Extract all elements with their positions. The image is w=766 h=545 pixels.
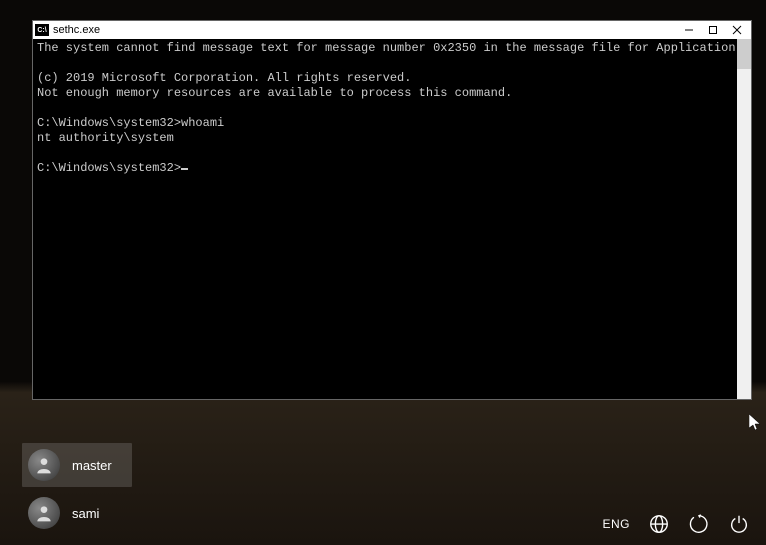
window-controls <box>677 22 749 38</box>
user-account-list: master sami <box>22 443 132 535</box>
terminal-line: nt authority\system <box>37 131 174 145</box>
language-indicator[interactable]: ENG <box>602 517 630 531</box>
minimize-button[interactable] <box>677 22 701 38</box>
command-prompt-window: C:\ sethc.exe The system cannot find mes… <box>32 20 752 400</box>
terminal-line: (c) 2019 Microsoft Corporation. All righ… <box>37 71 411 85</box>
scroll-thumb[interactable] <box>737 39 751 69</box>
terminal-output[interactable]: The system cannot find message text for … <box>33 39 751 399</box>
cmd-icon: C:\ <box>35 24 49 36</box>
ease-of-access-icon[interactable] <box>688 513 710 535</box>
title-bar[interactable]: C:\ sethc.exe <box>33 21 751 39</box>
terminal-cursor <box>181 168 188 170</box>
terminal-line: The system cannot find message text for … <box>37 41 743 55</box>
avatar-icon <box>28 449 60 481</box>
network-icon[interactable] <box>648 513 670 535</box>
terminal-prompt: C:\Windows\system32> <box>37 161 181 175</box>
close-button[interactable] <box>725 22 749 38</box>
maximize-button[interactable] <box>701 22 725 38</box>
user-account-master[interactable]: master <box>22 443 132 487</box>
power-icon[interactable] <box>728 513 750 535</box>
terminal-prompt: C:\Windows\system32> <box>37 116 181 130</box>
terminal-line: Not enough memory resources are availabl… <box>37 86 512 100</box>
avatar-icon <box>28 497 60 529</box>
window-title: sethc.exe <box>53 24 677 36</box>
user-name-label: sami <box>72 506 99 521</box>
scrollbar[interactable] <box>737 39 751 399</box>
user-name-label: master <box>72 458 112 473</box>
terminal-command: whoami <box>181 116 224 130</box>
bottom-right-controls: ENG <box>602 513 750 535</box>
user-account-sami[interactable]: sami <box>22 491 132 535</box>
